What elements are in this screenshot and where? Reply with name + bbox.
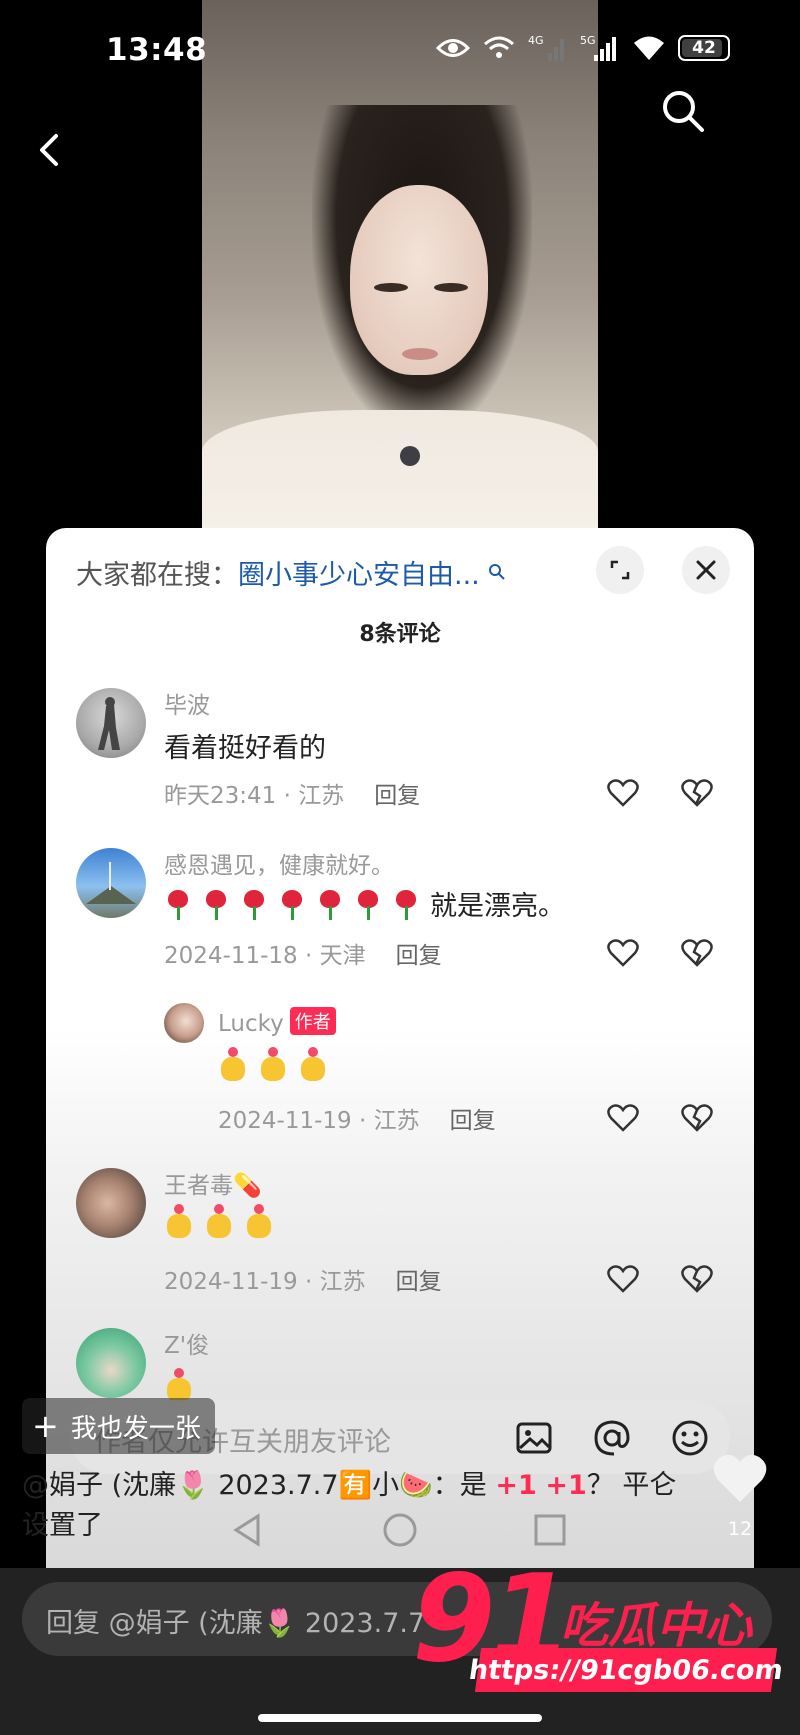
plus-one-badge: +1 [545, 1470, 587, 1501]
like-icon[interactable] [606, 936, 640, 970]
comment-text: 看着挺好看的 [164, 733, 326, 764]
emoji-icon[interactable] [670, 1418, 710, 1458]
status-icons: 4G 5G 42 [436, 30, 730, 66]
rose-icon [392, 888, 420, 920]
watermark: 91 吃瓜中心 https://91cgb06.com [412, 1550, 785, 1700]
reply-input-placeholder: 回复 @娟子 (沈廉🌷 2023.7.7 [46, 1608, 426, 1639]
heart-hands-icon [258, 1047, 288, 1081]
comment-text [164, 1204, 274, 1238]
avatar[interactable] [76, 848, 146, 918]
heart-hands-icon [164, 1204, 194, 1238]
nav-recent-icon [534, 1514, 566, 1546]
comment-text-body: 就是漂亮。 [430, 891, 565, 922]
battery-icon: 42 [678, 35, 730, 61]
video-face [350, 185, 488, 375]
video-sweater [202, 410, 598, 540]
post-photo-label: 我也发一张 [70, 1413, 201, 1444]
comment-text [218, 1047, 328, 1081]
heart-hands-icon [218, 1047, 248, 1081]
avatar[interactable] [76, 688, 146, 758]
comment-text: 就是漂亮。 [164, 884, 565, 923]
like-icon[interactable] [606, 776, 640, 810]
comment-text [164, 1368, 194, 1402]
plus-one-badge: +1 [495, 1470, 537, 1501]
comment-username[interactable]: Lucky 作者 [218, 1007, 336, 1037]
watermark-url: https://91cgb06.com [467, 1648, 785, 1692]
svg-text:4G: 4G [528, 34, 544, 47]
like-count: 12 [727, 1518, 753, 1540]
comment-time-location: 2024-11-19 · 江苏 [218, 1108, 420, 1134]
comment-time-location: 2024-11-18 · 天津 [164, 943, 366, 969]
svg-text:5G: 5G [580, 34, 596, 47]
post-photo-button[interactable]: + 我也发一张 [22, 1398, 215, 1454]
status-bar: 13:48 4G 5G 42 [0, 0, 800, 100]
reply-button[interactable]: 回复 [450, 1108, 496, 1134]
heart-like-icon[interactable] [712, 1452, 768, 1504]
close-icon [696, 560, 716, 580]
small-search-icon [488, 564, 505, 580]
avatar[interactable] [76, 1328, 146, 1398]
signal-5g-icon: 5G [580, 34, 616, 61]
avatar[interactable] [164, 1003, 204, 1043]
trending-search-keyword[interactable]: 圈小事少心安自由... [238, 553, 480, 592]
image-icon[interactable] [514, 1418, 554, 1458]
wifi-call-icon [484, 36, 514, 58]
dislike-icon[interactable] [680, 936, 714, 970]
trending-search-prefix: 大家都在搜： [76, 559, 238, 591]
rose-icon [354, 888, 382, 920]
like-icon[interactable] [606, 1262, 640, 1296]
author-badge: 作者 [289, 1007, 336, 1035]
comment-username[interactable]: 毕波 [164, 686, 210, 720]
expand-icon [610, 560, 630, 580]
status-time: 13:48 [106, 32, 208, 68]
rose-icon [316, 888, 344, 920]
rose-icon [202, 888, 230, 920]
heart-hands-icon [164, 1368, 194, 1402]
reply-button[interactable]: 回复 [374, 783, 420, 809]
heart-hands-icon [204, 1204, 234, 1238]
dislike-icon[interactable] [680, 776, 714, 810]
nav-home-icon [383, 1513, 417, 1547]
heart-hands-icon [244, 1204, 274, 1238]
home-indicator[interactable] [258, 1714, 542, 1722]
search-icon[interactable] [660, 88, 706, 134]
back-arrow-icon[interactable] [30, 130, 70, 170]
avatar[interactable] [76, 1168, 146, 1238]
mention-icon[interactable] [592, 1418, 632, 1458]
nav-back-icon [233, 1513, 260, 1547]
comment-time-location: 昨天23:41 · 江苏 [164, 783, 345, 809]
rose-icon [164, 888, 192, 920]
reply-button[interactable]: 回复 [396, 1269, 442, 1295]
like-icon[interactable] [606, 1101, 640, 1135]
rose-icon [278, 888, 306, 920]
comment-time-location: 2024-11-19 · 江苏 [164, 1269, 366, 1295]
plus-icon: + [32, 1407, 59, 1445]
trending-search[interactable]: 大家都在搜： 圈小事少心安自由... [76, 552, 506, 592]
system-nav-keys [233, 1513, 566, 1547]
dislike-icon[interactable] [680, 1262, 714, 1296]
wifi-icon [634, 36, 664, 60]
watermark-text: 吃瓜中心 [560, 1598, 753, 1654]
comment-count: 8条评论 [359, 622, 441, 647]
comment-username[interactable]: 感恩遇见，健康就好。 [164, 846, 394, 880]
comment-username[interactable]: 王者毒💊 [164, 1166, 262, 1200]
reply-button[interactable]: 回复 [396, 943, 442, 969]
signal-4g-icon: 4G [528, 34, 564, 61]
close-button[interactable] [682, 546, 730, 594]
rose-icon [240, 888, 268, 920]
heart-hands-icon [298, 1047, 328, 1081]
comment-username[interactable]: Z'俊 [164, 1326, 209, 1360]
expand-button[interactable] [596, 546, 644, 594]
dislike-icon[interactable] [680, 1101, 714, 1135]
eye-icon [436, 39, 470, 57]
